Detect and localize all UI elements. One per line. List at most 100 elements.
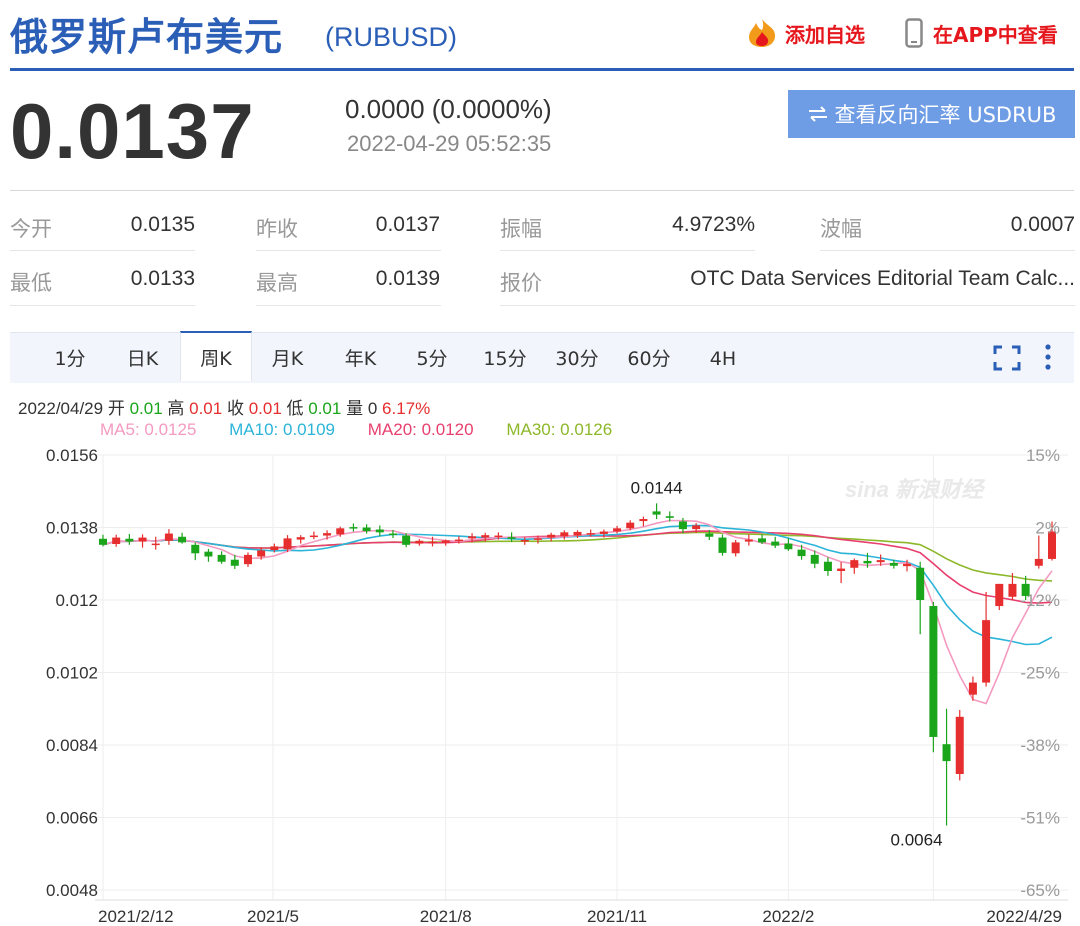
tab-4h[interactable]: 4H (703, 333, 743, 382)
candle[interactable] (995, 583, 1004, 611)
candle[interactable] (652, 503, 661, 520)
tab-60min[interactable]: 60分 (624, 333, 674, 382)
candle[interactable] (520, 537, 529, 545)
candle[interactable] (718, 534, 727, 556)
candle[interactable] (178, 532, 187, 544)
candle-body (454, 539, 463, 542)
info-low-label: 低 (286, 399, 304, 418)
info-open: 0.01 (129, 399, 163, 418)
candle-body (586, 533, 595, 535)
candle[interactable] (164, 529, 173, 545)
candle[interactable] (138, 534, 147, 548)
candle[interactable] (968, 676, 977, 701)
candle-body (903, 563, 912, 567)
tab-monthly[interactable]: 月K (265, 333, 310, 382)
candle[interactable] (217, 551, 226, 564)
candle-body (481, 535, 490, 538)
candle-body (99, 538, 107, 545)
candle-body (428, 541, 437, 544)
x-tick-label: 2022/4/29 (986, 907, 1062, 926)
candle[interactable] (415, 539, 424, 546)
candle[interactable] (243, 552, 252, 567)
stat-underline (10, 250, 195, 251)
swap-arrows-icon (808, 106, 827, 122)
candle[interactable] (99, 534, 107, 547)
candle[interactable] (982, 591, 991, 687)
view-in-app-button[interactable]: 在APP中查看 (905, 18, 1058, 48)
candle[interactable] (942, 708, 951, 826)
y-tick-label: 0.0102 (46, 664, 98, 683)
reverse-rate-label: 查看反向汇率 USDRUB (834, 103, 1057, 127)
candle-body (850, 560, 859, 568)
stat-label-source: 报价 (500, 271, 542, 295)
more-options-icon[interactable] (1043, 343, 1053, 373)
add-favorite-button[interactable]: 添加自选 (745, 18, 865, 48)
candle[interactable] (441, 539, 450, 546)
candle[interactable] (560, 530, 569, 540)
candle-body (665, 516, 674, 518)
stat-label-range: 波幅 (820, 217, 862, 241)
page-title: 俄罗斯卢布美元 (10, 15, 284, 59)
candle[interactable] (916, 561, 925, 635)
candle-body (468, 536, 477, 539)
candle[interactable] (191, 542, 200, 561)
candle-body (652, 511, 661, 515)
watermark-text: sina 新浪财经 (845, 477, 986, 502)
candle[interactable] (1034, 535, 1043, 569)
candle-body (995, 583, 1004, 607)
candle-body (731, 542, 740, 554)
ohlc-info-line: 2022/04/29 开 0.01 高 0.01 收 0.01 低 0.01 量… (18, 394, 430, 419)
candle-body (560, 532, 569, 537)
stat-label-amplitude: 振幅 (500, 217, 542, 241)
candle[interactable] (771, 536, 780, 549)
candle[interactable] (125, 533, 134, 545)
candle[interactable] (296, 535, 305, 544)
candle-body (309, 535, 318, 538)
candle[interactable] (784, 538, 793, 551)
tab-30min[interactable]: 30分 (552, 333, 602, 382)
candle[interactable] (823, 557, 832, 576)
reverse-rate-button[interactable]: 查看反向汇率 USDRUB (788, 90, 1075, 138)
ma-legend: MA5: 0.0125 MA10: 0.0109 MA20: 0.0120 MA… (100, 420, 640, 440)
stat-underline (500, 250, 755, 251)
candle-body (718, 537, 727, 553)
candle-body (323, 533, 332, 536)
fullscreen-icon[interactable] (993, 345, 1021, 371)
candle[interactable] (850, 558, 859, 574)
info-low: 0.01 (308, 399, 342, 418)
candle[interactable] (349, 523, 358, 532)
stat-value-open: 0.0135 (130, 213, 195, 236)
x-tick-label: 2021/11 (587, 907, 647, 926)
candle[interactable] (309, 531, 318, 540)
tab-1min[interactable]: 1分 (50, 333, 90, 382)
candle-body (797, 549, 806, 557)
stat-value-prev-close: 0.0137 (375, 213, 440, 236)
candle-body (296, 537, 305, 540)
candle[interactable] (731, 539, 740, 557)
pct-tick-label: 15% (1026, 446, 1060, 465)
candle[interactable] (151, 536, 160, 550)
candle-body (744, 539, 753, 542)
candlestick-chart[interactable]: sina 新浪财经 0.01560.01380.0120.01020.00840… (0, 440, 1080, 926)
candle[interactable] (837, 562, 846, 584)
tab-weekly[interactable]: 周K (180, 331, 252, 381)
candle[interactable] (955, 709, 964, 781)
candle-body (982, 620, 991, 683)
candle[interactable] (929, 602, 938, 753)
low-annotation: 0.0064 (891, 831, 943, 850)
candle[interactable] (744, 534, 753, 546)
tab-daily[interactable]: 日K (120, 333, 165, 382)
tab-yearly[interactable]: 年K (338, 333, 383, 382)
candle[interactable] (204, 548, 213, 562)
candle-body (164, 533, 173, 541)
tab-15min[interactable]: 15分 (480, 333, 530, 382)
candle-body (415, 540, 424, 544)
candle[interactable] (639, 516, 648, 527)
candle[interactable] (112, 534, 121, 547)
pct-tick-label: -51% (1020, 809, 1060, 828)
candle-body (336, 528, 345, 535)
ma20-line (102, 530, 1053, 604)
tab-5min[interactable]: 5分 (412, 333, 452, 382)
candle-body (876, 560, 885, 563)
x-tick-label: 2022/2 (762, 907, 814, 926)
